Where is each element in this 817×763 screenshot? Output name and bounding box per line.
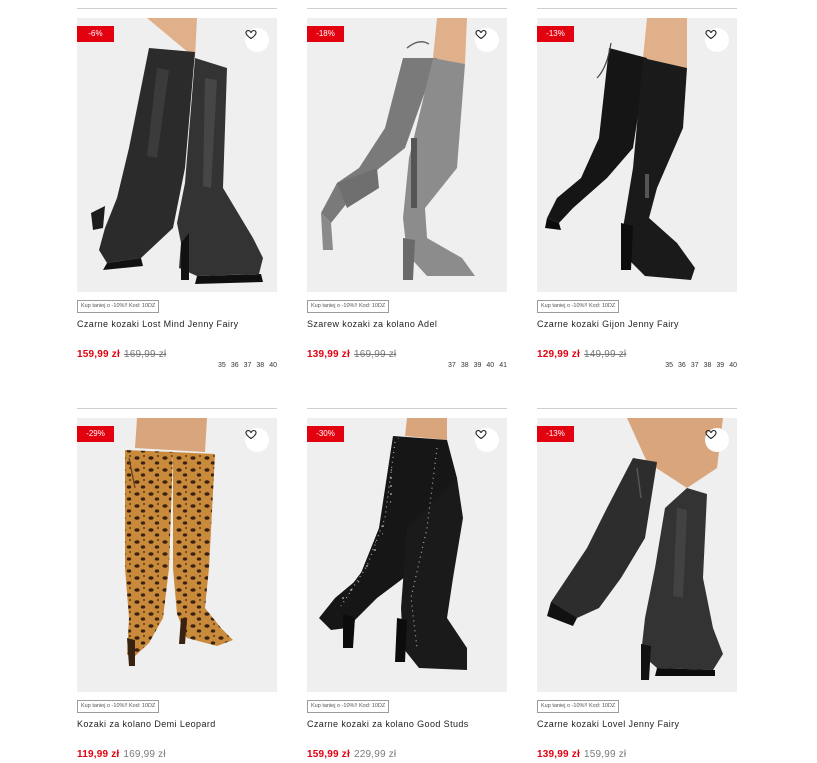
product-name-link[interactable]: Czarne kozaki Gijon Jenny Fairy (537, 318, 737, 330)
size-option[interactable]: 39 (474, 362, 482, 369)
size-option[interactable]: 41 (499, 362, 507, 369)
size-list: 37 38 39 40 41 (443, 362, 507, 369)
size-option[interactable]: 36 (678, 362, 686, 369)
card-divider (307, 408, 507, 409)
size-option[interactable]: 38 (256, 362, 264, 369)
product-name-link[interactable]: Czarne kozaki Lost Mind Jenny Fairy (77, 318, 277, 330)
favorite-button[interactable] (475, 28, 499, 52)
favorite-button[interactable] (705, 428, 729, 452)
size-option[interactable]: 40 (486, 362, 494, 369)
size-option[interactable]: 37 (691, 362, 699, 369)
size-list: 35 36 37 38 40 (213, 362, 277, 369)
heart-outline-icon (475, 29, 487, 40)
old-price: 169,99 zł (123, 749, 166, 760)
promo-code-label: Kup taniej o -10%!! Kod: 10DZ (307, 700, 390, 713)
sale-price: 119,99 zł (77, 749, 120, 760)
discount-badge: -30% (307, 426, 344, 442)
old-price: 229,99 zł (353, 749, 397, 760)
sale-price: 139,99 zł (537, 749, 580, 760)
promo-code-label: Kup taniej o -10%!! Kod: 10DZ (77, 700, 160, 713)
product-image[interactable]: -13% (537, 418, 737, 692)
heart-outline-icon (245, 29, 257, 40)
heart-outline-icon (705, 429, 717, 440)
sale-price: 159,99 zł (307, 749, 350, 760)
product-name-link[interactable]: Szarew kozaki za kolano Adel (307, 318, 507, 330)
price-row: 119,99 zł 169,99 zł (77, 744, 166, 760)
favorite-button[interactable] (705, 28, 729, 52)
favorite-button[interactable] (245, 428, 269, 452)
size-option[interactable]: 38 (461, 362, 469, 369)
card-divider (307, 8, 507, 9)
size-option[interactable]: 36 (231, 362, 239, 369)
discount-badge: -6% (77, 26, 114, 42)
sale-price: 139,99 zł (307, 349, 350, 360)
product-image[interactable]: -30% (307, 418, 507, 692)
size-option[interactable]: 37 (448, 362, 456, 369)
boot-illustration (319, 418, 467, 670)
card-divider (77, 8, 277, 9)
size-list: 35 36 37 38 39 40 (660, 362, 737, 369)
old-price: 169,99 zł (353, 349, 397, 360)
price-row: 129,99 zł 149,99 zł (537, 344, 627, 360)
product-grid: -6% Kup taniej o -10%!! Kod: 10DZ Czarne… (0, 0, 817, 763)
heart-outline-icon (705, 29, 717, 40)
boot-illustration (547, 418, 723, 680)
sale-price: 159,99 zł (77, 349, 120, 360)
promo-code-label: Kup taniej o -10%!! Kod: 10DZ (77, 300, 160, 313)
size-option[interactable]: 35 (218, 362, 226, 369)
favorite-button[interactable] (475, 428, 499, 452)
price-row: 159,99 zł 169,99 zł (77, 344, 167, 360)
discount-badge: -18% (307, 26, 344, 42)
boot-illustration (91, 18, 263, 284)
size-option[interactable]: 40 (269, 362, 277, 369)
discount-badge: -13% (537, 26, 574, 42)
old-price: 149,99 zł (583, 349, 627, 360)
boot-illustration (545, 18, 695, 280)
size-option[interactable]: 37 (244, 362, 252, 369)
size-option[interactable]: 35 (665, 362, 673, 369)
product-image[interactable]: -18% (307, 18, 507, 292)
promo-code-label: Kup taniej o -10%!! Kod: 10DZ (537, 700, 620, 713)
product-name-link[interactable]: Czarne kozaki za kolano Good Studs (307, 718, 507, 730)
promo-code-label: Kup taniej o -10%!! Kod: 10DZ (537, 300, 620, 313)
discount-badge: -29% (77, 426, 114, 442)
product-name-link[interactable]: Kozaki za kolano Demi Leopard (77, 718, 277, 730)
card-divider (537, 8, 737, 9)
boot-illustration (125, 418, 233, 666)
product-image[interactable]: -13% (537, 18, 737, 292)
product-image[interactable]: -6% (77, 18, 277, 292)
promo-code-label: Kup taniej o -10%!! Kod: 10DZ (307, 300, 390, 313)
boot-illustration (321, 18, 475, 280)
size-option[interactable]: 39 (716, 362, 724, 369)
size-option[interactable]: 40 (729, 362, 737, 369)
size-option[interactable]: 38 (704, 362, 712, 369)
old-price: 169,99 zł (123, 349, 167, 360)
favorite-button[interactable] (245, 28, 269, 52)
old-price: 159,99 zł (583, 749, 627, 760)
discount-badge: -13% (537, 426, 574, 442)
heart-outline-icon (475, 429, 487, 440)
heart-outline-icon (245, 429, 257, 440)
price-row: 139,99 zł 159,99 zł (537, 744, 627, 760)
product-name-link[interactable]: Czarne kozaki Lovel Jenny Fairy (537, 718, 737, 730)
price-row: 139,99 zł 169,99 zł (307, 344, 397, 360)
card-divider (77, 408, 277, 409)
price-row: 159,99 zł 229,99 zł (307, 744, 397, 760)
sale-price: 129,99 zł (537, 349, 580, 360)
product-image[interactable]: -29% (77, 418, 277, 692)
card-divider (537, 408, 737, 409)
